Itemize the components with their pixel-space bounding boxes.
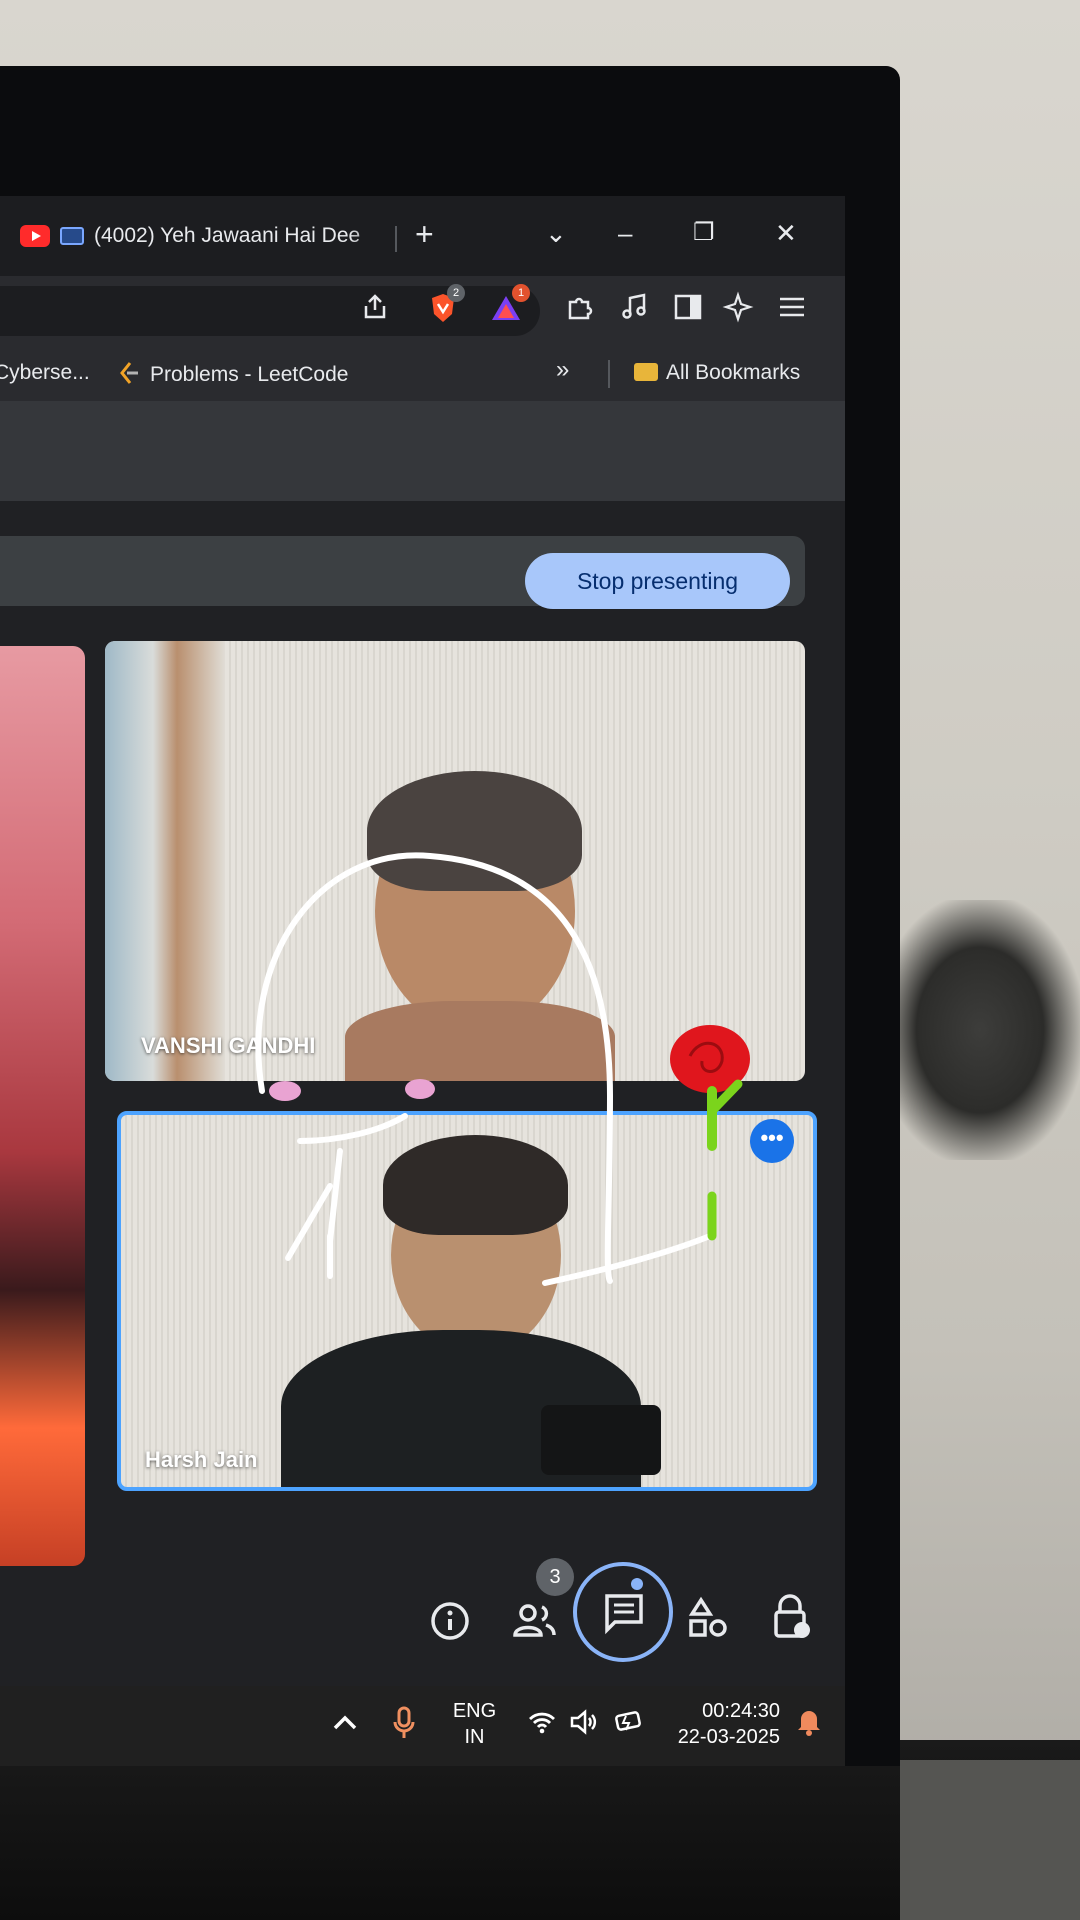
microphone-icon[interactable]	[392, 1706, 416, 1747]
blush-marks	[269, 1079, 435, 1101]
chat-unread-dot	[631, 1578, 643, 1590]
activities-icon[interactable]	[688, 1596, 728, 1649]
notification-bell-icon[interactable]	[796, 1706, 822, 1743]
desk-mat	[900, 1760, 1080, 1920]
tray-overflow-icon[interactable]	[332, 1710, 358, 1736]
clock-date: 22-03-2025	[677, 1726, 780, 1748]
drawing-overlay	[255, 852, 750, 1286]
background-object	[880, 900, 1080, 1160]
meeting-info-icon[interactable]	[430, 1601, 470, 1650]
clock-time: 00:24:30	[702, 1700, 780, 1722]
region-code: IN	[464, 1726, 485, 1748]
wifi-icon[interactable]	[528, 1710, 556, 1741]
chat-icon	[605, 1594, 643, 1635]
battery-charging-icon[interactable]	[614, 1708, 644, 1741]
rose-drawing	[670, 1025, 750, 1241]
monitor-bezel: (4002) Yeh Jawaani Hai Dee + ⌄ – ❐ ✕ 2 1	[0, 66, 900, 1766]
people-icon[interactable]	[512, 1601, 556, 1650]
host-controls-icon[interactable]	[772, 1594, 812, 1649]
participant-count-badge: 3	[536, 1558, 574, 1596]
stick-figure-drawing	[255, 852, 713, 1286]
clock[interactable]: 00:24:30 22-03-2025	[665, 1698, 780, 1750]
chat-button[interactable]	[573, 1562, 673, 1662]
language-indicator[interactable]: ENG IN	[452, 1698, 497, 1750]
volume-icon[interactable]	[570, 1709, 598, 1741]
language-code: ENG	[452, 1700, 497, 1722]
monitor-screen: (4002) Yeh Jawaani Hai Dee + ⌄ – ❐ ✕ 2 1	[0, 196, 845, 1766]
windows-taskbar: ENG IN 00:24:30 22-03-2025	[0, 1686, 845, 1766]
